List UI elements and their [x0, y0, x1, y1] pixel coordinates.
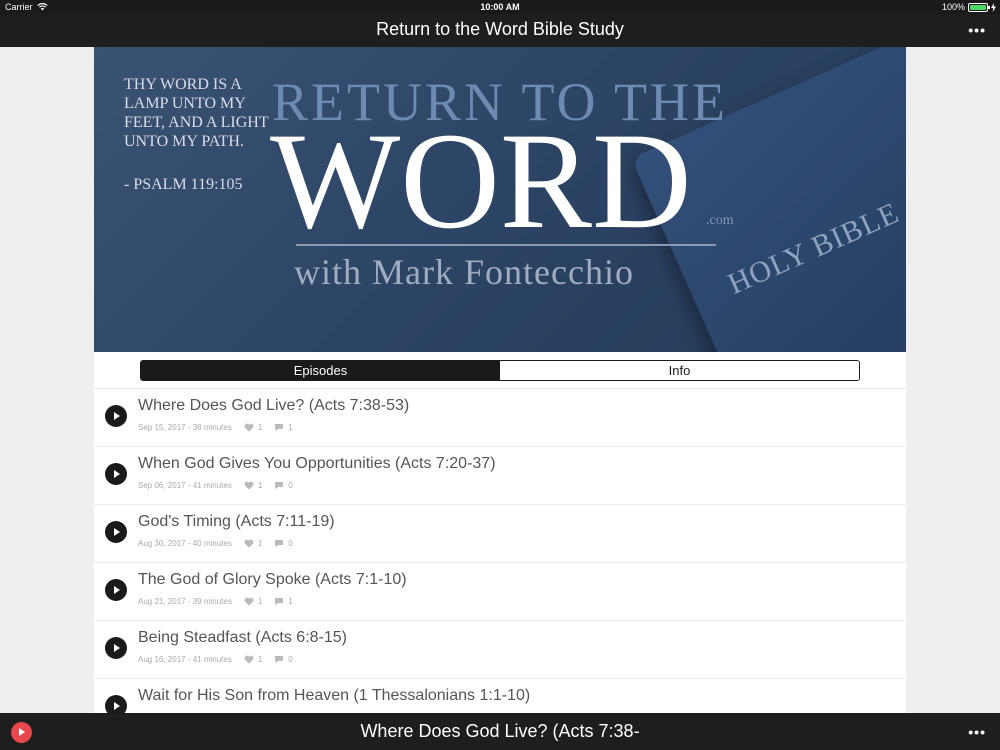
likes-count: 1 [257, 539, 263, 548]
episode-meta: Sep 15, 2017 - 38 minutes 1 1 [138, 423, 293, 432]
likes-stat: 1 [244, 597, 262, 606]
comments-count: 1 [288, 423, 293, 432]
comments-stat: 1 [274, 597, 293, 606]
podcast-banner-artwork: HOLY BIBLE THY WORD IS A LAMP UNTO MY FE… [94, 47, 906, 352]
battery-icon [968, 2, 990, 12]
nav-bar: Return to the Word Bible Study ••• [0, 14, 1000, 47]
play-button-icon[interactable] [105, 579, 127, 601]
likes-count: 1 [257, 597, 263, 606]
episode-list: Where Does God Live? (Acts 7:38-53) Sep … [94, 388, 906, 713]
comment-icon[interactable] [274, 655, 284, 664]
comments-count: 0 [288, 481, 293, 490]
heart-icon[interactable] [244, 481, 254, 490]
episode-meta: Aug 21, 2017 - 39 minutes 1 1 [138, 597, 293, 606]
episode-meta: Aug 30, 2017 - 40 minutes 1 0 [138, 539, 293, 548]
episode-title[interactable]: The God of Glory Spoke (Acts 7:1-10) [138, 571, 407, 589]
podcast-content: HOLY BIBLE THY WORD IS A LAMP UNTO MY FE… [94, 47, 906, 713]
comments-stat: 0 [274, 655, 293, 664]
episode-title[interactable]: Where Does God Live? (Acts 7:38-53) [138, 397, 409, 415]
comments-stat: 0 [274, 481, 293, 490]
episode-row[interactable]: When God Gives You Opportunities (Acts 7… [94, 447, 906, 505]
comments-count: 0 [288, 539, 293, 548]
heart-icon[interactable] [244, 655, 254, 664]
status-bar: Carrier 10:00 AM 100% [0, 0, 1000, 14]
comment-icon[interactable] [274, 481, 284, 490]
tab-info[interactable]: Info [500, 361, 859, 380]
play-button-icon[interactable] [105, 463, 127, 485]
likes-count: 1 [257, 481, 263, 490]
episode-row[interactable]: Wait for His Son from Heaven (1 Thessalo… [94, 679, 906, 713]
charging-bolt-icon [991, 2, 996, 12]
mini-player: Where Does God Live? (Acts 7:38- ••• [0, 713, 1000, 750]
comments-count: 0 [288, 655, 293, 664]
likes-stat: 1 [244, 481, 262, 490]
episode-row[interactable]: God's Timing (Acts 7:11-19) Aug 30, 2017… [94, 505, 906, 563]
episode-row[interactable]: Being Steadfast (Acts 6:8-15) Aug 16, 20… [94, 621, 906, 679]
episode-row[interactable]: The God of Glory Spoke (Acts 7:1-10) Aug… [94, 563, 906, 621]
comment-icon[interactable] [274, 539, 284, 548]
likes-stat: 1 [244, 539, 262, 548]
comments-stat: 0 [274, 539, 293, 548]
status-time: 10:00 AM [480, 2, 520, 12]
banner-divider [296, 244, 716, 246]
episode-title[interactable]: God's Timing (Acts 7:11-19) [138, 513, 335, 531]
episode-date-duration: Sep 06, 2017 - 41 minutes [138, 481, 232, 490]
likes-count: 1 [257, 655, 263, 664]
play-button-icon[interactable] [105, 521, 127, 543]
battery-percent: 100% [941, 2, 965, 12]
play-button-icon[interactable] [105, 637, 127, 659]
play-button-icon[interactable] [105, 405, 127, 427]
play-button-icon[interactable] [105, 695, 127, 713]
banner-verse-reference: - PSALM 119:105 [124, 176, 243, 193]
likes-stat: 1 [244, 423, 262, 432]
heart-icon[interactable] [244, 597, 254, 606]
battery-indicator: 100% [942, 2, 996, 12]
heart-icon[interactable] [244, 539, 254, 548]
comment-icon[interactable] [274, 597, 284, 606]
banner-verse: THY WORD IS A LAMP UNTO MY FEET, AND A L… [124, 76, 269, 150]
page-title: Return to the Word Bible Study [376, 19, 624, 39]
episode-date-duration: Sep 15, 2017 - 38 minutes [138, 423, 232, 432]
segmented-control: Episodes Info [140, 360, 860, 381]
episode-row[interactable]: Where Does God Live? (Acts 7:38-53) Sep … [94, 389, 906, 447]
episode-date-duration: Aug 21, 2017 - 39 minutes [138, 597, 232, 606]
banner-title-line2: WORD [270, 104, 692, 257]
banner-byline: with Mark Fontecchio [294, 252, 634, 292]
banner-dotcom: .com [706, 213, 734, 228]
episode-date-duration: Aug 16, 2017 - 41 minutes [138, 655, 232, 664]
tab-episodes[interactable]: Episodes [141, 361, 500, 380]
more-options-icon[interactable]: ••• [968, 22, 986, 38]
episode-title[interactable]: When God Gives You Opportunities (Acts 7… [138, 455, 496, 473]
likes-count: 1 [257, 423, 263, 432]
heart-icon[interactable] [244, 423, 254, 432]
episode-meta: Sep 06, 2017 - 41 minutes 1 0 [138, 481, 293, 490]
episode-title[interactable]: Wait for His Son from Heaven (1 Thessalo… [138, 687, 530, 705]
episode-date-duration: Aug 30, 2017 - 40 minutes [138, 539, 232, 548]
likes-stat: 1 [244, 655, 262, 664]
comments-stat: 1 [274, 423, 293, 432]
episode-meta: Aug 16, 2017 - 41 minutes 1 0 [138, 655, 293, 664]
now-playing-title[interactable]: Where Does God Live? (Acts 7:38- [0, 721, 1000, 742]
comments-count: 1 [288, 597, 293, 606]
episode-title[interactable]: Being Steadfast (Acts 6:8-15) [138, 629, 347, 647]
comment-icon[interactable] [274, 423, 284, 432]
mini-player-more-icon[interactable]: ••• [968, 724, 986, 740]
